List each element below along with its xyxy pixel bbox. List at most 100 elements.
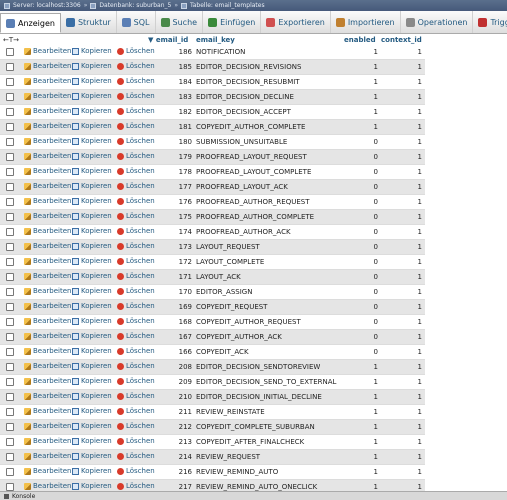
copy-button[interactable]: Kopieren [72,242,112,250]
cell-context-id[interactable]: 1 [380,228,422,236]
copy-button[interactable]: Kopieren [72,467,112,475]
copy-button[interactable]: Kopieren [72,482,112,490]
cell-email-id[interactable]: 175 [144,213,192,221]
cell-email-key[interactable]: COPYEDIT_AUTHOR_REQUEST [196,318,301,326]
tab-8[interactable]: Trigger [473,11,507,33]
cell-context-id[interactable]: 1 [380,333,422,341]
row-checkbox[interactable] [6,108,14,116]
cell-email-id[interactable]: 174 [144,228,192,236]
cell-email-id[interactable]: 214 [144,453,192,461]
cell-enabled[interactable]: 1 [330,48,378,56]
cell-email-key[interactable]: PROOFREAD_AUTHOR_COMPLETE [196,213,314,221]
copy-button[interactable]: Kopieren [72,422,112,430]
cell-email-id[interactable]: 211 [144,408,192,416]
edit-button[interactable]: Bearbeiten [24,257,71,265]
cell-email-key[interactable]: EDITOR_DECISION_RESUBMIT [196,78,300,86]
cell-context-id[interactable]: 1 [380,453,422,461]
cell-enabled[interactable]: 1 [330,438,378,446]
row-checkbox[interactable] [6,183,14,191]
cell-context-id[interactable]: 1 [380,243,422,251]
copy-button[interactable]: Kopieren [72,332,112,340]
edit-button[interactable]: Bearbeiten [24,182,71,190]
cell-email-id[interactable]: 173 [144,243,192,251]
row-checkbox[interactable] [6,243,14,251]
cell-email-id[interactable]: 168 [144,318,192,326]
cell-enabled[interactable]: 1 [330,423,378,431]
cell-email-key[interactable]: LAYOUT_ACK [196,273,241,281]
cell-email-id[interactable]: 176 [144,198,192,206]
cell-context-id[interactable]: 1 [380,153,422,161]
row-checkbox[interactable] [6,393,14,401]
cell-email-id[interactable]: 183 [144,93,192,101]
cell-email-key[interactable]: COPYEDIT_COMPLETE_SUBURBAN [196,423,315,431]
cell-context-id[interactable]: 1 [380,78,422,86]
row-checkbox[interactable] [6,258,14,266]
tab-1[interactable]: Struktur [61,11,117,33]
cell-email-key[interactable]: REVIEW_REMIND_AUTO [196,468,278,476]
row-checkbox[interactable] [6,138,14,146]
cell-context-id[interactable]: 1 [380,363,422,371]
edit-button[interactable]: Bearbeiten [24,332,71,340]
edit-button[interactable]: Bearbeiten [24,122,71,130]
cell-enabled[interactable]: 1 [330,408,378,416]
cell-context-id[interactable]: 1 [380,63,422,71]
tab-0[interactable]: Anzeigen [0,13,61,33]
tab-5[interactable]: Exportieren [261,11,331,33]
cell-enabled[interactable]: 0 [330,303,378,311]
cell-enabled[interactable]: 0 [330,183,378,191]
cell-enabled[interactable]: 1 [330,78,378,86]
cell-email-key[interactable]: PROOFREAD_LAYOUT_REQUEST [196,153,307,161]
cell-email-key[interactable]: EDITOR_DECISION_ACCEPT [196,108,291,116]
copy-button[interactable]: Kopieren [72,392,112,400]
copy-button[interactable]: Kopieren [72,257,112,265]
edit-button[interactable]: Bearbeiten [24,167,71,175]
edit-button[interactable]: Bearbeiten [24,272,71,280]
cell-enabled[interactable]: 0 [330,153,378,161]
row-checkbox[interactable] [6,438,14,446]
cell-enabled[interactable]: 1 [330,108,378,116]
cell-enabled[interactable]: 1 [330,93,378,101]
column-header-context-id[interactable]: context_id [381,36,422,44]
row-checkbox[interactable] [6,303,14,311]
copy-button[interactable]: Kopieren [72,137,112,145]
breadcrumb-server[interactable]: Server: localhost:3306 [13,2,81,9]
cell-email-key[interactable]: LAYOUT_COMPLETE [196,258,264,266]
column-sort-arrows[interactable]: ←T→ [0,36,147,44]
cell-enabled[interactable]: 0 [330,318,378,326]
edit-button[interactable]: Bearbeiten [24,347,71,355]
console-bar[interactable]: Konsole [0,491,507,500]
edit-button[interactable]: Bearbeiten [24,407,71,415]
row-checkbox[interactable] [6,228,14,236]
cell-enabled[interactable]: 1 [330,393,378,401]
copy-button[interactable]: Kopieren [72,287,112,295]
copy-button[interactable]: Kopieren [72,212,112,220]
cell-email-id[interactable]: 177 [144,183,192,191]
tab-2[interactable]: SQL [117,11,156,33]
copy-button[interactable]: Kopieren [72,362,112,370]
tab-4[interactable]: Einfügen [203,11,262,33]
cell-email-key[interactable]: COPYEDIT_ACK [196,348,249,356]
cell-email-key[interactable]: COPYEDIT_AUTHOR_COMPLETE [196,123,305,131]
cell-email-key[interactable]: EDITOR_DECISION_SENDTOREVIEW [196,363,320,371]
row-checkbox[interactable] [6,468,14,476]
cell-email-key[interactable]: PROOFREAD_AUTHOR_ACK [196,228,291,236]
cell-email-id[interactable]: 179 [144,153,192,161]
cell-email-id[interactable]: 185 [144,63,192,71]
cell-context-id[interactable]: 1 [380,318,422,326]
cell-email-key[interactable]: PROOFREAD_LAYOUT_COMPLETE [196,168,311,176]
copy-button[interactable]: Kopieren [72,407,112,415]
edit-button[interactable]: Bearbeiten [24,212,71,220]
cell-enabled[interactable]: 1 [330,483,378,491]
copy-button[interactable]: Kopieren [72,47,112,55]
cell-context-id[interactable]: 1 [380,138,422,146]
cell-context-id[interactable]: 1 [380,213,422,221]
cell-context-id[interactable]: 1 [380,408,422,416]
row-checkbox[interactable] [6,93,14,101]
cell-email-id[interactable]: 216 [144,468,192,476]
cell-email-key[interactable]: PROOFREAD_AUTHOR_REQUEST [196,198,309,206]
row-checkbox[interactable] [6,213,14,221]
row-checkbox[interactable] [6,288,14,296]
cell-enabled[interactable]: 0 [330,333,378,341]
cell-email-id[interactable]: 210 [144,393,192,401]
edit-button[interactable]: Bearbeiten [24,437,71,445]
